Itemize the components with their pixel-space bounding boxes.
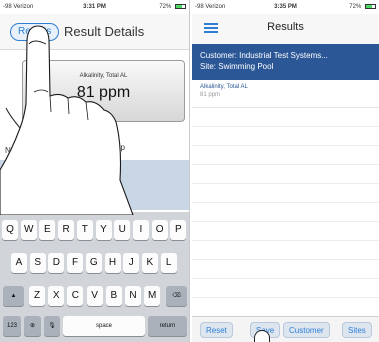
delete-key[interactable]: ⌫ (166, 286, 187, 306)
fingertip-icon (254, 330, 270, 342)
result-value: 81 ppm (76, 84, 131, 101)
return-key[interactable]: return (148, 316, 187, 336)
key-q[interactable]: Q (2, 220, 18, 240)
key-r[interactable]: R (58, 220, 75, 240)
key-f[interactable]: F (67, 253, 84, 273)
carrier-label: -98 Verizon (3, 4, 34, 10)
list-divider (192, 183, 379, 184)
battery-icon (364, 3, 376, 9)
key-a[interactable]: A (11, 253, 27, 273)
status-bar: -98 Verizon 3:31 PM 72% (0, 0, 189, 14)
phone-right-screen: -98 Verizon 3:35 PM 72% Results Customer… (192, 0, 379, 342)
key-t[interactable]: T (76, 220, 93, 240)
key-i[interactable]: I (132, 220, 149, 240)
key-n[interactable]: N (125, 286, 141, 306)
clock-label: 3:35 PM (274, 4, 297, 10)
key-e[interactable]: E (39, 220, 56, 240)
list-divider (192, 221, 379, 222)
key-o[interactable]: O (151, 220, 168, 240)
list-divider (192, 164, 379, 165)
input-method-label: Input Method: iDip (60, 143, 125, 152)
sites-button[interactable]: Sites (342, 322, 372, 338)
phone-left-screen: -98 Verizon 3:31 PM 72% Results Result D… (0, 0, 190, 342)
result-list-item[interactable]: Alkalinity, Total AL 81 ppm (192, 80, 379, 108)
reset-button[interactable]: Reset (200, 322, 233, 338)
list-divider (192, 126, 379, 127)
customer-site-header[interactable]: Customer: Industrial Test Systems... Sit… (192, 44, 379, 80)
customer-label: Customer: Industrial Test Systems... (200, 51, 328, 60)
key-j[interactable]: J (123, 253, 140, 273)
battery-percent: 72% (349, 4, 362, 11)
key-u[interactable]: U (114, 220, 131, 240)
key-x[interactable]: X (48, 286, 65, 306)
list-divider (192, 259, 379, 260)
list-divider (192, 202, 379, 203)
navigation-bar: Results (192, 14, 379, 44)
status-bar: -98 Verizon 3:35 PM 72% (192, 0, 379, 14)
shift-key[interactable]: ▲ (3, 286, 24, 306)
back-to-results-button[interactable]: Results (10, 23, 60, 41)
numbers-key[interactable]: 123 (3, 316, 21, 336)
notes-label-fragment: N (5, 146, 11, 155)
key-b[interactable]: B (105, 286, 122, 306)
globe-icon[interactable]: ⊕ (24, 316, 41, 336)
customer-button[interactable]: Customer (283, 322, 330, 338)
list-divider (192, 145, 379, 146)
navigation-bar: Results Result Details (0, 14, 189, 50)
list-divider (192, 240, 379, 241)
notes-text-area[interactable] (0, 160, 189, 210)
list-divider (192, 278, 379, 279)
page-title: Results (267, 21, 304, 33)
carrier-label: -98 Verizon (195, 4, 226, 10)
key-y[interactable]: Y (95, 220, 112, 240)
key-z[interactable]: Z (29, 286, 45, 306)
key-k[interactable]: K (141, 253, 158, 273)
key-g[interactable]: G (85, 253, 102, 273)
space-key[interactable]: space (63, 316, 145, 336)
key-p[interactable]: P (170, 220, 187, 240)
result-parameter: Alkalinity, Total AL (79, 73, 128, 79)
page-title: Result Details (64, 24, 145, 39)
battery-percent: 72% (159, 4, 172, 11)
site-label: Site: Swimming Pool (200, 62, 274, 71)
result-card: Alkalinity, Total AL 81 ppm (22, 60, 185, 122)
result-item-name: Alkalinity, Total AL (200, 84, 248, 90)
battery-status: 72% (125, 3, 186, 11)
key-d[interactable]: D (48, 253, 65, 273)
onscreen-keyboard: ▲ ⌫ 123 ⊕ 🎙 space return QWERTYUIOP ASDFG… (0, 212, 189, 342)
key-c[interactable]: C (67, 286, 84, 306)
key-l[interactable]: L (160, 253, 177, 273)
key-h[interactable]: H (104, 253, 121, 273)
battery-icon (175, 3, 186, 9)
key-s[interactable]: S (29, 253, 46, 273)
battery-status: 72% (316, 3, 376, 11)
key-v[interactable]: V (86, 286, 103, 306)
list-divider (192, 297, 379, 298)
clock-label: 3:31 PM (83, 4, 106, 10)
result-item-value: 81 ppm (200, 92, 221, 98)
bottom-toolbar: Reset Save Customer Sites (192, 316, 379, 342)
microphone-icon[interactable]: 🎙 (44, 316, 60, 336)
key-m[interactable]: M (144, 286, 161, 306)
key-w[interactable]: W (20, 220, 37, 240)
